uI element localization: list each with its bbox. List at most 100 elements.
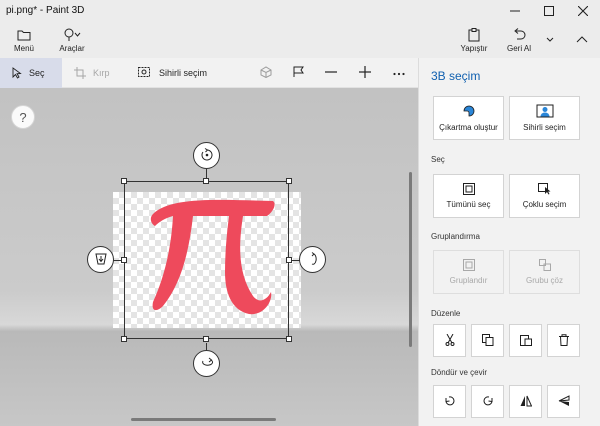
folder-icon — [17, 28, 31, 42]
rotate-left-button[interactable] — [87, 246, 114, 273]
rotate-bottom-button[interactable] — [193, 350, 220, 377]
rotate-left-panel-button[interactable] — [433, 385, 466, 418]
sticker-icon — [462, 104, 476, 118]
main-ribbon: Menü Araçlar Yapıştır Geri Al — [0, 22, 600, 58]
more-icon — [393, 68, 405, 78]
magic-select-tool-button[interactable]: Sihirli seçim — [138, 58, 218, 88]
undo-label: Geri Al — [506, 43, 531, 53]
more-options-button[interactable] — [390, 58, 408, 88]
pin-icon — [63, 28, 81, 42]
zoom-in-button[interactable] — [356, 58, 374, 88]
rotate-stem-top — [206, 169, 207, 179]
cursor-icon — [12, 67, 22, 79]
rotate-right-button[interactable] — [299, 246, 326, 273]
3d-view-button[interactable] — [257, 58, 275, 88]
paste-icon — [519, 334, 532, 348]
canvas-area[interactable]: ? — [0, 88, 418, 426]
crop-label: Kırp — [93, 68, 110, 78]
vertical-scrollbar[interactable] — [409, 172, 412, 347]
rotate-top-button[interactable] — [193, 142, 220, 169]
push-back-icon — [94, 252, 108, 268]
group-icon — [462, 259, 475, 271]
resize-handle-br[interactable] — [286, 336, 292, 342]
rotate-stem-left — [113, 260, 122, 261]
group-button[interactable]: Gruplandır — [433, 250, 504, 294]
horizontal-scrollbar[interactable] — [131, 418, 276, 421]
rotate-icon — [200, 147, 214, 164]
undo-button[interactable]: Geri Al — [500, 22, 538, 58]
tool-bar: Seç Kırp Sihirli seçim — [0, 58, 418, 88]
paste-panel-button[interactable] — [509, 324, 542, 357]
rotate-right-icon — [482, 395, 494, 409]
history-more-button[interactable] — [542, 22, 558, 58]
copy-icon — [481, 333, 494, 348]
resize-handle-tl[interactable] — [121, 178, 127, 184]
crop-icon — [74, 67, 86, 79]
ungroup-icon — [538, 259, 551, 271]
minus-icon — [325, 66, 337, 80]
magic-select-card-button[interactable]: Sihirli seçim — [509, 96, 580, 140]
cut-button[interactable] — [433, 324, 466, 357]
resize-handle-tr[interactable] — [286, 178, 292, 184]
select-section-heading: Seç — [431, 155, 445, 164]
selection-box[interactable] — [124, 181, 289, 339]
select-label: Seç — [29, 68, 45, 78]
resize-handle-bl[interactable] — [121, 336, 127, 342]
ungroup-button[interactable]: Grubu çöz — [509, 250, 580, 294]
cube-icon — [259, 66, 273, 80]
chevron-down-icon — [546, 36, 554, 45]
flag-icon — [293, 66, 305, 80]
make-sticker-label: Çıkartma oluştur — [439, 123, 498, 132]
menu-button[interactable]: Menü — [6, 22, 42, 58]
delete-button[interactable] — [547, 324, 580, 357]
resize-handle-b[interactable] — [203, 336, 209, 342]
scissors-icon — [444, 333, 456, 348]
select-tool-button[interactable]: Seç — [0, 58, 62, 88]
3d-selection-panel: 3B seçim Çıkartma oluştur Sihirli seçim … — [418, 58, 600, 426]
plus-icon — [359, 66, 371, 80]
undo-icon — [512, 27, 526, 42]
rotate-vertical-icon — [306, 251, 320, 268]
maximize-button[interactable] — [532, 0, 566, 22]
edit-section-heading: Düzenle — [431, 309, 461, 318]
ungroup-label: Grubu çöz — [526, 276, 563, 285]
multi-select-button[interactable]: Çoklu seçim — [509, 174, 580, 218]
magic-select-label: Sihirli seçim — [159, 68, 208, 78]
minimize-icon — [510, 10, 520, 12]
select-all-button[interactable]: Tümünü seç — [433, 174, 504, 218]
minimize-button[interactable] — [498, 0, 532, 22]
magic-select-person-icon — [536, 104, 554, 118]
rotate-left-icon — [444, 395, 456, 409]
help-button[interactable]: ? — [11, 105, 35, 129]
group-section-heading: Gruplandırma — [431, 232, 480, 241]
close-button[interactable] — [566, 0, 600, 22]
menu-label: Menü — [13, 43, 34, 53]
magic-select-card-label: Sihirli seçim — [523, 123, 566, 132]
flag-button[interactable] — [290, 58, 308, 88]
rotate-right-panel-button[interactable] — [471, 385, 504, 418]
rotate-horizontal-icon — [200, 356, 214, 372]
trash-icon — [558, 333, 570, 348]
copy-button[interactable] — [471, 324, 504, 357]
title-bar: pi.png* - Paint 3D — [0, 0, 600, 22]
zoom-out-button[interactable] — [322, 58, 340, 88]
chevron-up-icon — [576, 35, 588, 45]
window-title: pi.png* - Paint 3D — [6, 5, 85, 16]
rotate-section-heading: Döndür ve çevir — [431, 368, 488, 377]
group-label: Gruplandır — [449, 276, 488, 285]
flip-horizontal-button[interactable] — [509, 385, 542, 418]
magic-select-icon — [138, 67, 152, 79]
paste-button[interactable]: Yapıştır — [456, 22, 492, 58]
maximize-icon — [544, 6, 554, 16]
collapse-ribbon-button[interactable] — [568, 22, 596, 58]
flip-horizontal-icon — [520, 395, 532, 409]
make-sticker-button[interactable]: Çıkartma oluştur — [433, 96, 504, 140]
multi-select-label: Çoklu seçim — [522, 200, 567, 209]
flip-vertical-button[interactable] — [547, 385, 580, 418]
tools-button[interactable]: Araçlar — [54, 22, 90, 58]
flip-vertical-icon — [558, 394, 570, 409]
paste-label: Yapıştır — [460, 43, 488, 53]
panel-title: 3B seçim — [431, 69, 481, 83]
crop-button[interactable]: Kırp — [74, 58, 124, 88]
multi-select-icon — [537, 183, 552, 195]
